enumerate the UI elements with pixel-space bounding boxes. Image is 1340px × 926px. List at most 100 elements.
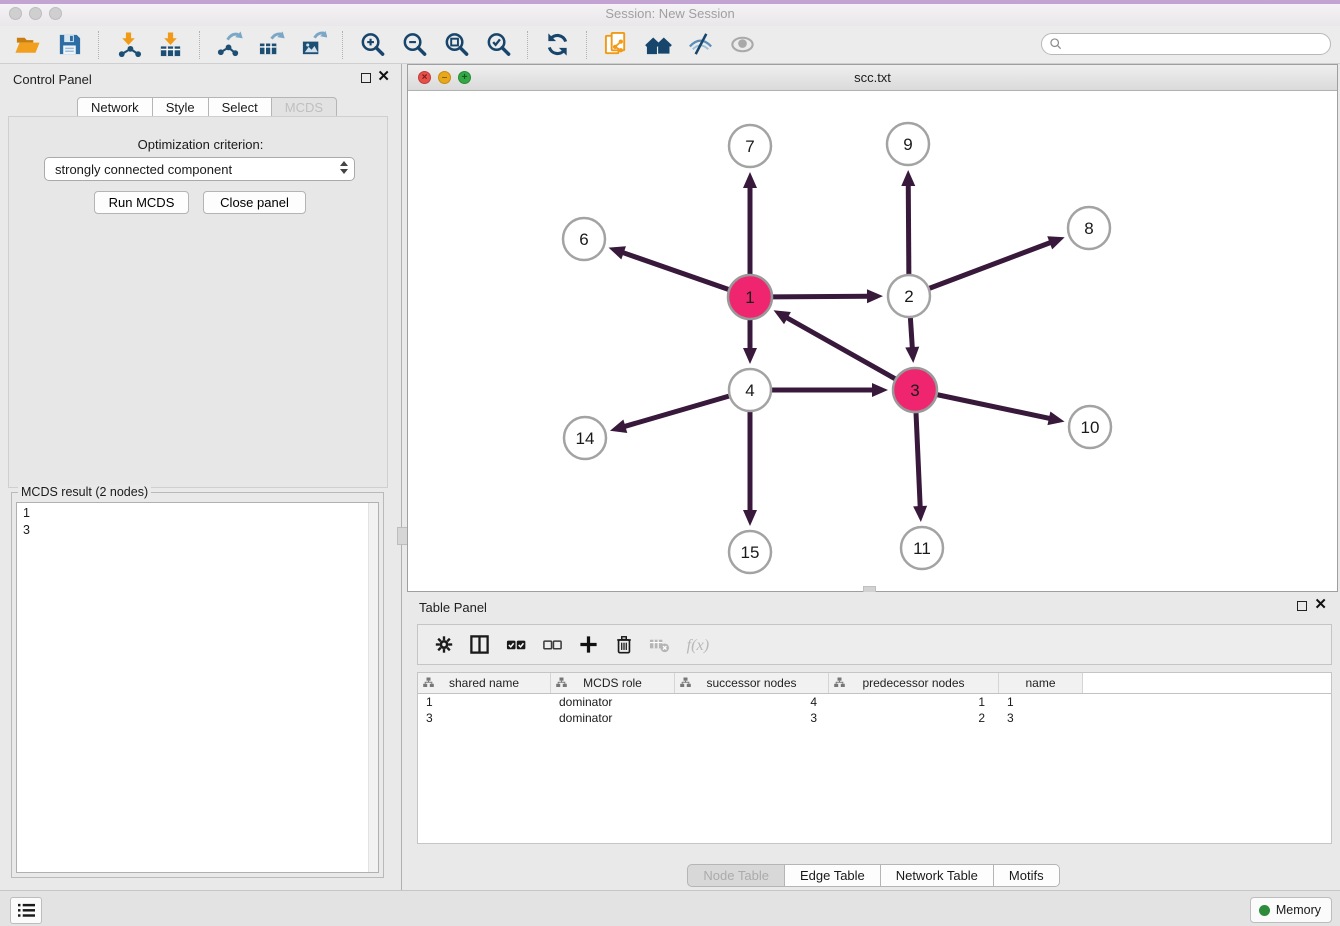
export-table-icon <box>258 31 285 58</box>
node-label: 1 <box>745 288 754 307</box>
toolbar-separator <box>586 31 587 59</box>
column-header-name[interactable]: name <box>999 673 1083 693</box>
control-panel: Control Panel ✕ NetworkStyleSelectMCDS O… <box>0 64 402 890</box>
import-network-button[interactable] <box>111 29 145 61</box>
open-file-icon <box>14 31 41 58</box>
export-network-button[interactable] <box>212 29 246 61</box>
list-icon <box>17 902 36 919</box>
dropdown-stepper-icon <box>340 161 348 174</box>
table-header-row: shared name MCDS role successor nodesprede… <box>418 673 1331 694</box>
export-network-icon <box>216 31 243 58</box>
float-panel-icon[interactable] <box>361 73 371 83</box>
graph-edge-3-10[interactable] <box>938 395 1051 419</box>
table-row[interactable]: 3dominator323 <box>418 710 1331 726</box>
table-cell: 4 <box>675 694 829 710</box>
toolbar-separator <box>199 31 200 59</box>
optimization-criterion-dropdown[interactable]: strongly connected component <box>44 157 355 181</box>
tab-network-table[interactable]: Network Table <box>881 864 994 887</box>
add-column-button[interactable] <box>578 633 599 657</box>
function-builder-button: f(x) <box>685 633 715 657</box>
table-float-panel-icon[interactable] <box>1297 601 1307 611</box>
search-input[interactable] <box>1063 36 1330 52</box>
save-session-button[interactable] <box>52 29 86 61</box>
network-graph[interactable]: 7968124310141511 <box>408 90 1337 591</box>
toolbar-separator <box>527 31 528 59</box>
task-history-button[interactable] <box>10 897 42 924</box>
toolbar-separator <box>342 31 343 59</box>
gear-button[interactable] <box>434 633 454 657</box>
node-label: 6 <box>579 230 588 249</box>
import-table-icon <box>157 31 184 58</box>
edge-arrowhead <box>743 172 757 188</box>
apply-layout-button[interactable] <box>540 29 574 61</box>
select-all-button[interactable] <box>505 633 527 657</box>
delete-table-icon <box>649 634 670 655</box>
delete-column-button[interactable] <box>614 633 634 657</box>
graph-edge-3-1[interactable] <box>786 317 895 379</box>
export-image-button[interactable] <box>296 29 330 61</box>
table-panel-title: Table Panel <box>419 600 487 615</box>
tree-icon <box>556 677 567 688</box>
gear-icon <box>434 634 454 655</box>
edge-arrowhead <box>609 246 626 259</box>
import-table-button[interactable] <box>153 29 187 61</box>
table-cell: 3 <box>418 710 551 726</box>
node-label: 15 <box>741 543 760 562</box>
search-icon <box>1049 37 1063 51</box>
tab-node-table[interactable]: Node Table <box>687 864 785 887</box>
first-neighbors-button[interactable] <box>641 29 675 61</box>
node-label: 11 <box>913 539 931 558</box>
network-view-window: × – + scc.txt 7968124310141511 <box>407 64 1338 592</box>
edge-arrowhead <box>743 510 757 526</box>
zoom-fit-button[interactable] <box>439 29 473 61</box>
export-table-button[interactable] <box>254 29 288 61</box>
close-panel-icon[interactable]: ✕ <box>377 69 390 85</box>
hide-selected-icon <box>687 31 714 58</box>
column-header-MCDS-role[interactable]: MCDS role <box>551 673 675 693</box>
edge-arrowhead <box>1047 411 1064 425</box>
graph-edge-2-3[interactable] <box>910 318 912 349</box>
unselect-all-icon <box>542 634 563 655</box>
table-close-panel-icon[interactable]: ✕ <box>1314 597 1327 613</box>
show-all-button[interactable] <box>725 29 759 61</box>
column-browser-icon <box>469 634 490 655</box>
search-field[interactable] <box>1041 33 1331 55</box>
zoom-out-button[interactable] <box>397 29 431 61</box>
node-label: 14 <box>576 429 595 448</box>
run-mcds-button[interactable]: Run MCDS <box>94 191 189 214</box>
mcds-result-text[interactable]: 13 <box>16 502 379 873</box>
tab-motifs[interactable]: Motifs <box>994 864 1060 887</box>
titlebar: Session: New Session <box>0 0 1340 27</box>
node-label: 8 <box>1084 219 1093 238</box>
column-header-predecessor-nodes[interactable]: predecessor nodes <box>829 673 999 693</box>
new-network-from-selection-button[interactable] <box>599 29 633 61</box>
node-label: 3 <box>910 381 919 400</box>
column-header-label: MCDS role <box>583 676 642 690</box>
table-row[interactable]: 1dominator411 <box>418 694 1331 710</box>
graph-edge-2-9[interactable] <box>908 184 909 274</box>
column-header-successor-nodes[interactable]: successor nodes <box>675 673 829 693</box>
graph-edge-3-11[interactable] <box>916 413 920 508</box>
table-panel: Table Panel ✕ f(x) shared nameMCDS roles… <box>407 592 1340 890</box>
open-file-button[interactable] <box>10 29 44 61</box>
tab-edge-table[interactable]: Edge Table <box>785 864 881 887</box>
control-panel-title: Control Panel <box>13 72 92 87</box>
column-header-shared-name[interactable]: shared name <box>418 673 551 693</box>
graph-edge-1-6[interactable] <box>622 252 729 289</box>
import-network-icon <box>115 31 142 58</box>
graph-edge-4-14[interactable] <box>623 396 728 427</box>
result-scrollbar[interactable] <box>368 503 378 872</box>
unselect-all-button[interactable] <box>542 633 563 657</box>
svg-text:f(x): f(x) <box>687 636 710 654</box>
hide-selected-button[interactable] <box>683 29 717 61</box>
zoom-in-button[interactable] <box>355 29 389 61</box>
graph-edge-2-8[interactable] <box>930 242 1052 288</box>
network-window-titlebar: × – + scc.txt <box>408 65 1337 91</box>
table-cell: 1 <box>418 694 551 710</box>
tree-icon <box>680 677 691 688</box>
column-browser-button[interactable] <box>469 633 490 657</box>
graph-edge-1-2[interactable] <box>773 296 869 297</box>
close-panel-button[interactable]: Close panel <box>203 191 306 214</box>
memory-button[interactable]: Memory <box>1250 897 1332 923</box>
zoom-selected-button[interactable] <box>481 29 515 61</box>
